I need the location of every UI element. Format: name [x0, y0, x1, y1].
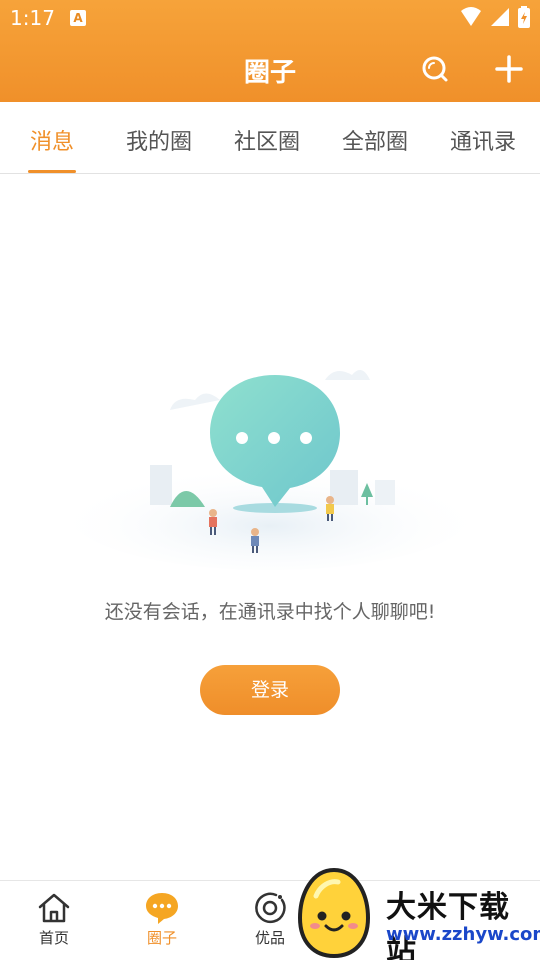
- watermark-name: 大米下载站: [386, 890, 510, 960]
- home-icon: [38, 893, 70, 923]
- tab-messages[interactable]: 消息: [30, 124, 74, 160]
- wifi-icon: [461, 7, 481, 26]
- notification-app-icon: A: [70, 10, 86, 26]
- add-icon: [495, 55, 523, 83]
- site-watermark: 大米下载站 www.zzhyw.com: [292, 862, 540, 960]
- tab-community-circles[interactable]: 社区圈: [234, 124, 300, 160]
- nav-home[interactable]: 首页: [4, 881, 104, 960]
- search-icon: [422, 56, 448, 82]
- tab-contacts[interactable]: 通讯录: [450, 124, 516, 160]
- target-icon: [255, 892, 286, 924]
- signal-icon: [491, 8, 509, 26]
- battery-icon: [518, 6, 530, 28]
- status-time: 1:17: [10, 6, 55, 30]
- tab-bar: 消息 我的圈 社区圈 全部圈 通讯录: [0, 102, 540, 174]
- tab-my-circles[interactable]: 我的圈: [126, 124, 192, 160]
- add-button[interactable]: [494, 54, 524, 84]
- empty-chat-illustration: [70, 370, 470, 570]
- nav-circle-label: 圈子: [146, 929, 177, 947]
- page-title: 圈子: [243, 58, 296, 88]
- app-header: 1:17 A 圈子: [0, 0, 540, 102]
- chat-bubble-icon: [146, 893, 178, 924]
- login-button[interactable]: 登录: [200, 665, 340, 715]
- nav-home-label: 首页: [38, 929, 69, 947]
- nav-circle[interactable]: 圈子: [112, 881, 212, 960]
- tab-all-circles[interactable]: 全部圈: [342, 124, 408, 160]
- status-bar: 1:17 A: [0, 0, 540, 36]
- mascot-logo-icon: [297, 867, 371, 959]
- watermark-url: www.zzhyw.com: [386, 924, 540, 945]
- status-icons: [460, 6, 530, 28]
- search-button[interactable]: [420, 54, 450, 84]
- active-tab-indicator: [28, 170, 76, 173]
- empty-state-message: 还没有会话，在通讯录中找个人聊聊吧!: [104, 601, 436, 623]
